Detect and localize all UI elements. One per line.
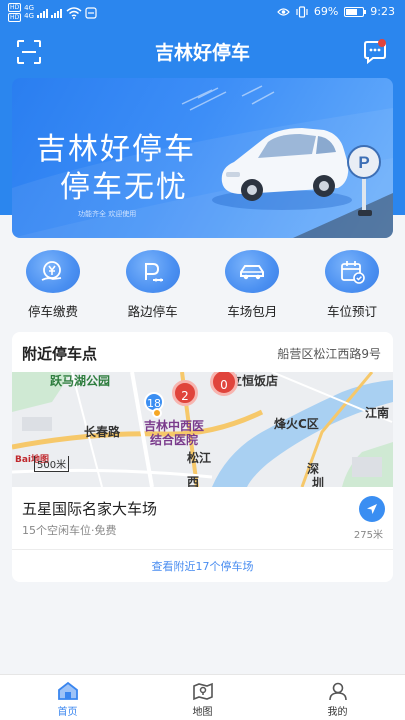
- battery-percent: 69%: [313, 5, 339, 18]
- map-label-west: 西: [187, 475, 200, 487]
- status-right: 69% 9:23: [277, 5, 395, 18]
- tab-label: 地图: [192, 707, 213, 718]
- quick-entry-label: 路边停车: [127, 304, 178, 319]
- map-label-park: 跃马湖公园: [50, 374, 111, 388]
- map-marker[interactable]: 2: [172, 380, 198, 406]
- notification-icon: [85, 6, 97, 19]
- map-label-zhen: 圳: [312, 476, 325, 487]
- tab-map[interactable]: 地图: [163, 675, 243, 720]
- view-more-link[interactable]: 查看附近17个停车场: [12, 558, 393, 574]
- status-bar: HD HD 4G 4G 69% 9:23: [0, 0, 405, 24]
- quick-entry-label: 车场包月: [227, 304, 278, 319]
- vibrate-icon: [296, 5, 308, 18]
- quick-entry-reservation[interactable]: 车位预订: [309, 250, 395, 320]
- message-icon: [364, 39, 386, 65]
- user-icon: [328, 682, 347, 701]
- roadside-parking-icon: [125, 250, 180, 293]
- marker-count: 2: [181, 389, 189, 403]
- divider: [12, 549, 393, 550]
- page-title: 吉林好停车: [154, 42, 250, 64]
- nearby-title: 附近停车点: [22, 345, 98, 363]
- quick-entry-roadside[interactable]: 路边停车: [110, 250, 196, 320]
- tab-label: 首页: [57, 707, 78, 718]
- map-label-road: 长春路: [84, 425, 121, 439]
- quick-entry-label: 停车缴费: [27, 304, 78, 319]
- wifi-icon: [66, 6, 82, 19]
- message-button[interactable]: [361, 38, 389, 66]
- svg-text:P: P: [358, 153, 369, 172]
- map-label-river: 松江: [187, 451, 212, 465]
- quick-entries: 停车缴费 路边停车 车场包月 车位预订: [10, 250, 395, 320]
- navigate-button[interactable]: [359, 496, 385, 522]
- car-illustration: P: [212, 128, 381, 216]
- sim2-hd-badge: HD: [8, 13, 22, 22]
- calendar-check-icon: [324, 250, 379, 293]
- map-label-hospital2: 结合医院: [150, 433, 199, 447]
- promo-banner[interactable]: 吉林好停车 停车无忧 功能齐全 欢迎使用 P: [12, 78, 393, 238]
- map-view[interactable]: 跃马湖公园 立恒饭店 长春路 吉林中西医 结合医院 松江 西 烽火C区 江南 深…: [12, 372, 393, 487]
- banner-subtitle: 停车无忧: [60, 170, 188, 205]
- map-label-jiangnan: 江南: [365, 406, 390, 420]
- app-header: 吉林好停车: [0, 30, 405, 74]
- parking-lot-info: 15个空闲车位·免费: [22, 524, 117, 537]
- status-time: 9:23: [370, 5, 395, 18]
- nearby-parking-card: 附近停车点 船营区松江西路9号 跃马湖公园 立恒饭店 长春路 吉林中西医 结合医…: [12, 332, 393, 582]
- tab-label: 我的: [327, 707, 348, 718]
- network1-label: 4G: [24, 4, 35, 12]
- banner-caption: 功能齐全 欢迎使用: [78, 210, 137, 218]
- quick-entry-payment[interactable]: 停车缴费: [10, 250, 96, 320]
- quick-entry-monthly[interactable]: 车场包月: [209, 250, 295, 320]
- sim1-hd-badge: HD: [8, 3, 22, 12]
- navigation-arrow-icon: [367, 504, 377, 514]
- marker-count: 0: [220, 378, 228, 392]
- signal-indicators: HD HD 4G 4G: [8, 3, 97, 22]
- battery-icon: [344, 6, 367, 17]
- map-icon: [192, 682, 213, 701]
- eye-comfort-icon: [277, 7, 290, 16]
- signal-bars-icon: [37, 8, 63, 18]
- map-label-district: 烽火C区: [274, 417, 319, 431]
- current-location-marker: [152, 408, 162, 418]
- bottom-tab-bar: 首页 地图 我的: [0, 674, 405, 720]
- battery-level-fill: [346, 8, 358, 15]
- car-icon: [225, 250, 280, 293]
- current-location: 船营区松江西路9号: [277, 347, 381, 361]
- quick-entry-label: 车位预订: [326, 304, 377, 319]
- unread-dot: [378, 39, 386, 47]
- tab-profile[interactable]: 我的: [298, 675, 378, 720]
- parking-lot-name[interactable]: 五星国际名家大车场: [22, 498, 157, 519]
- network2-label: 4G: [24, 12, 35, 20]
- map-scale: 500米: [34, 456, 70, 472]
- home-icon: [57, 681, 78, 700]
- payment-icon: [26, 250, 80, 293]
- tab-home[interactable]: 首页: [28, 675, 108, 720]
- parking-lot-distance: 275米: [353, 530, 383, 541]
